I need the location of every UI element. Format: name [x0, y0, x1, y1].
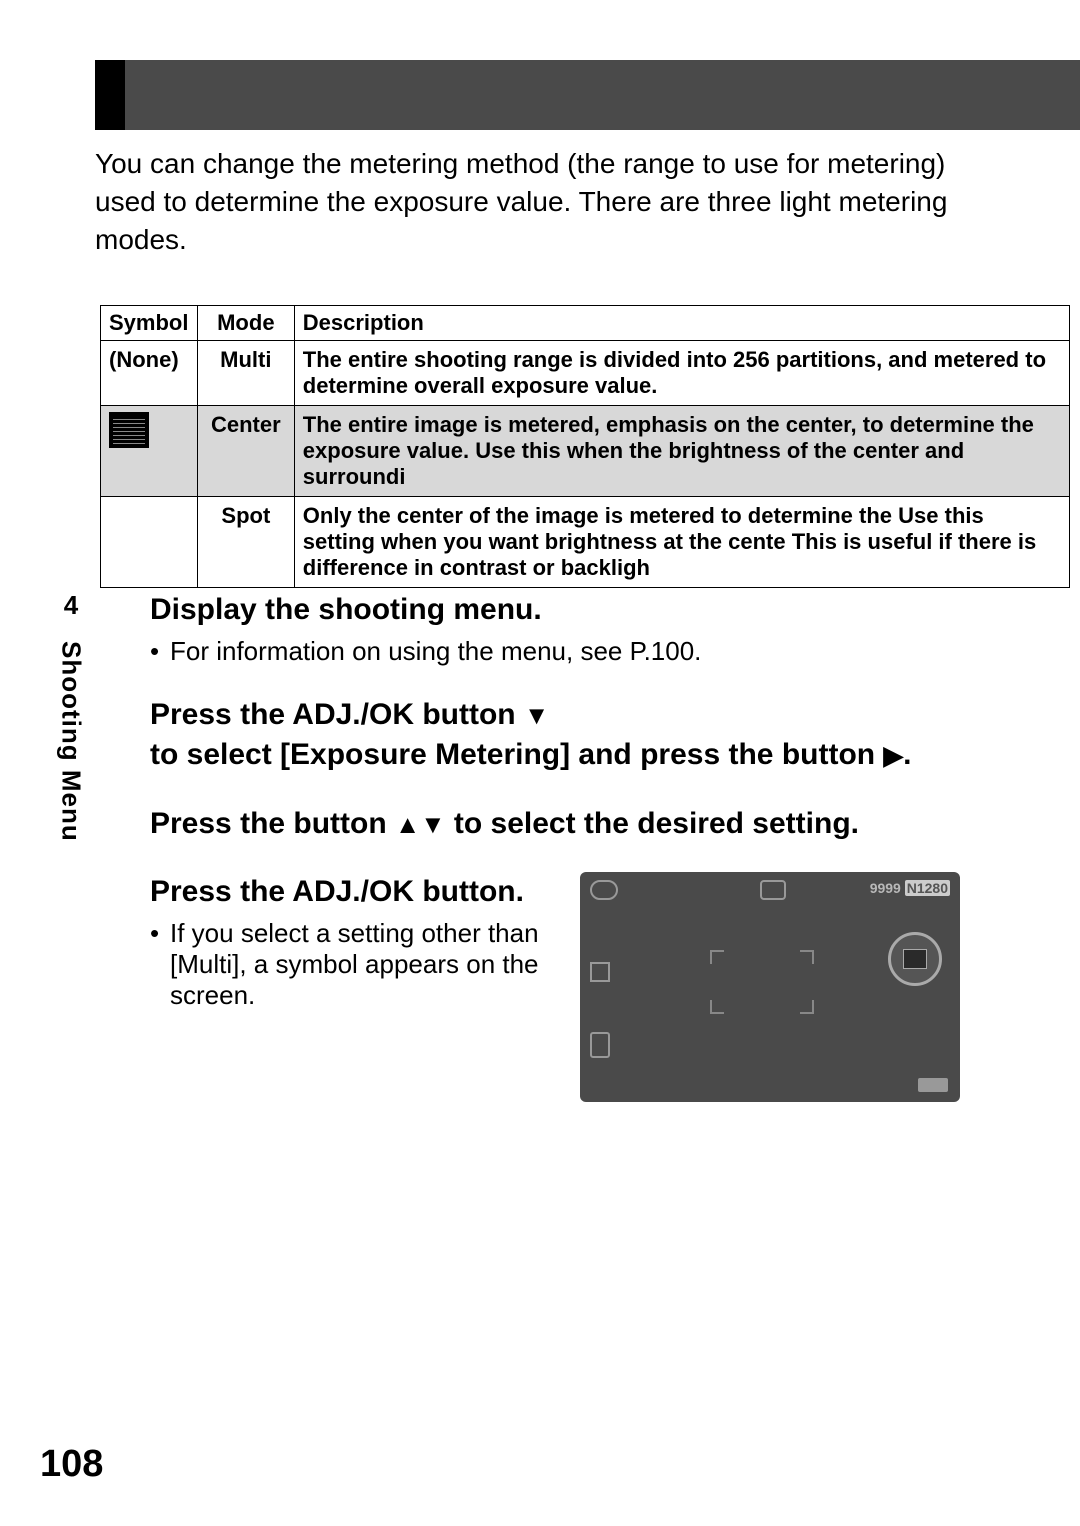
intro-text: You can change the metering method (the … — [95, 145, 975, 258]
page-number: 108 — [40, 1443, 103, 1486]
header-tab — [95, 60, 125, 130]
steps-content: Display the shooting menu. For informati… — [150, 590, 960, 1130]
text: Press the ADJ./OK button — [150, 698, 524, 731]
mode-cell: Center — [197, 406, 294, 497]
text: to select [Exposure Metering] and press … — [150, 738, 883, 771]
camera-screen-preview: 9999 N1280 — [580, 872, 960, 1102]
center-metering-icon — [109, 412, 149, 448]
down-triangle-icon — [524, 698, 549, 731]
symbol-cell — [101, 406, 198, 497]
th-description: Description — [294, 306, 1069, 341]
macro-icon — [590, 880, 618, 900]
table-row: Center The entire image is metered, emph… — [101, 406, 1070, 497]
chapter-number: 4 — [64, 590, 78, 621]
metering-modes-table: Symbol Mode Description (None) Multi The… — [100, 305, 1070, 588]
text: to select the desired setting. — [454, 807, 859, 840]
header-banner — [95, 60, 1080, 130]
step-title: Press the ADJ./OK button to select [Expo… — [150, 695, 960, 776]
desc-cell: Only the center of the image is metered … — [294, 497, 1069, 588]
th-mode: Mode — [197, 306, 294, 341]
up-triangle-icon — [395, 807, 420, 840]
symbol-cell — [101, 497, 198, 588]
metering-symbol-icon — [903, 949, 927, 969]
down-triangle-icon — [420, 807, 445, 840]
step-title: Press the button to select the desired s… — [150, 804, 960, 845]
sidebar: 4 Shooting Menu — [40, 590, 102, 842]
mode-cell: Spot — [197, 497, 294, 588]
metering-symbol-highlight — [888, 932, 942, 986]
step-note: For information on using the menu, see P… — [170, 636, 960, 667]
counter-value: 9999 — [870, 880, 901, 896]
symbol-cell: (None) — [101, 341, 198, 406]
step-title: Press the ADJ./OK button. — [150, 872, 550, 913]
step-4: Press the ADJ./OK button. If you select … — [150, 872, 960, 1102]
step-title: Display the shooting menu. — [150, 590, 960, 631]
step-3: Press the button to select the desired s… — [150, 804, 960, 845]
desc-cell: The entire image is metered, emphasis on… — [294, 406, 1069, 497]
step-2: Press the ADJ./OK button to select [Expo… — [150, 695, 960, 776]
size-badge: N1280 — [905, 880, 950, 896]
selftimer-icon — [590, 1032, 610, 1058]
focus-bracket-icon — [710, 1000, 724, 1014]
right-triangle-icon — [883, 738, 903, 771]
metering-icon — [760, 880, 786, 900]
step-1: Display the shooting menu. For informati… — [150, 590, 960, 667]
table-row: (None) Multi The entire shooting range i… — [101, 341, 1070, 406]
th-symbol: Symbol — [101, 306, 198, 341]
focus-bracket-icon — [800, 1000, 814, 1014]
picture-counter: 9999 N1280 — [870, 880, 950, 896]
desc-cell: The entire shooting range is divided int… — [294, 341, 1069, 406]
focus-bracket-icon — [710, 950, 724, 964]
chapter-title: Shooting Menu — [56, 641, 87, 842]
intro-line: You can change the metering method (the … — [95, 148, 947, 255]
text: Press the button — [150, 807, 395, 840]
battery-icon — [918, 1078, 948, 1092]
step-note: If you select a setting other than [Mult… — [170, 918, 550, 1011]
focus-bracket-icon — [800, 950, 814, 964]
table-row: Spot Only the center of the image is met… — [101, 497, 1070, 588]
flash-icon — [590, 962, 610, 982]
mode-cell: Multi — [197, 341, 294, 406]
